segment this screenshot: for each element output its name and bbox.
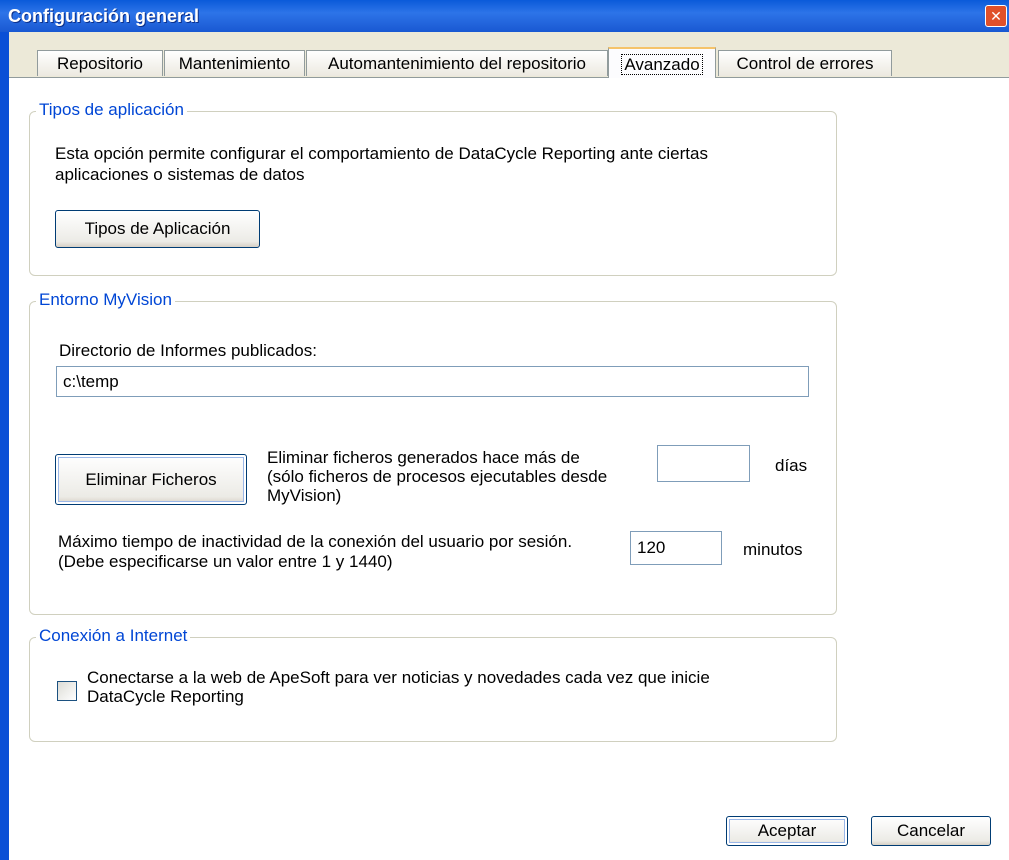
internet-news-checkbox-label[interactable]: Conectarse a la web de ApeSoft para ver … xyxy=(87,668,827,706)
group-title: Conexión a Internet xyxy=(36,626,191,646)
footer-bar: Aceptar Cancelar xyxy=(9,793,1009,860)
directory-label: Directorio de Informes publicados: xyxy=(59,341,317,360)
tab-page-avanzado: Tipos de aplicación Esta opción permite … xyxy=(9,77,1009,793)
inactivity-description: Máximo tiempo de inactividad de la conex… xyxy=(58,532,628,572)
tab-label: Automantenimiento del repositorio xyxy=(328,54,586,73)
window-title-bar[interactable]: Configuración general ✕ xyxy=(0,0,1009,32)
minutes-unit-label: minutos xyxy=(743,540,803,559)
tab-label: Repositorio xyxy=(57,54,143,73)
tab-label: Avanzado xyxy=(621,54,703,75)
days-unit-label: días xyxy=(775,456,808,475)
description-line: Esta opción permite configurar el compor… xyxy=(55,144,708,163)
group-myvision: Entorno MyVision Directorio de Informes … xyxy=(29,290,837,615)
app-types-description: Esta opción permite configurar el compor… xyxy=(55,143,830,185)
tab-control-errores[interactable]: Control de errores xyxy=(718,50,892,76)
description-line: aplicaciones o sistemas de datos xyxy=(55,165,305,184)
tab-label: Control de errores xyxy=(736,54,874,73)
window-title: Configuración general xyxy=(8,6,200,26)
delete-text-line: Eliminar ficheros generados hace más de xyxy=(267,448,580,467)
delete-text-line: MyVision) xyxy=(267,486,342,505)
group-title: Entorno MyVision xyxy=(36,290,175,310)
tab-mantenimiento[interactable]: Mantenimiento xyxy=(164,50,305,76)
delete-text-line: (sólo ficheros de procesos ejecutables d… xyxy=(267,467,608,486)
inactivity-text-line: (Debe especificarse un valor entre 1 y 1… xyxy=(58,552,393,571)
tab-avanzado[interactable]: Avanzado xyxy=(608,47,716,78)
days-input[interactable] xyxy=(657,445,750,482)
inactivity-text-line: Máximo tiempo de inactividad de la conex… xyxy=(58,532,573,551)
group-title: Tipos de aplicación xyxy=(36,100,187,120)
internet-news-checkbox[interactable] xyxy=(57,681,77,701)
group-app-types: Tipos de aplicación Esta opción permite … xyxy=(29,100,837,276)
close-icon[interactable]: ✕ xyxy=(985,5,1007,27)
accept-button[interactable]: Aceptar xyxy=(726,816,848,846)
tab-automantenimiento[interactable]: Automantenimiento del repositorio xyxy=(306,50,608,76)
checkbox-label-line: Conectarse a la web de ApeSoft para ver … xyxy=(87,668,710,687)
delete-files-button[interactable]: Eliminar Ficheros xyxy=(55,454,247,505)
app-types-button[interactable]: Tipos de Aplicación xyxy=(55,210,260,248)
inactivity-minutes-input[interactable] xyxy=(630,531,722,565)
delete-files-description: Eliminar ficheros generados hace más de … xyxy=(267,448,657,505)
window-frame-left xyxy=(0,32,9,860)
directory-input[interactable] xyxy=(56,366,809,397)
checkbox-label-line: DataCycle Reporting xyxy=(87,687,244,706)
tab-repositorio[interactable]: Repositorio xyxy=(37,50,163,76)
cancel-button[interactable]: Cancelar xyxy=(871,816,991,846)
group-internet: Conexión a Internet Conectarse a la web … xyxy=(29,626,837,742)
tab-label: Mantenimiento xyxy=(178,54,291,73)
